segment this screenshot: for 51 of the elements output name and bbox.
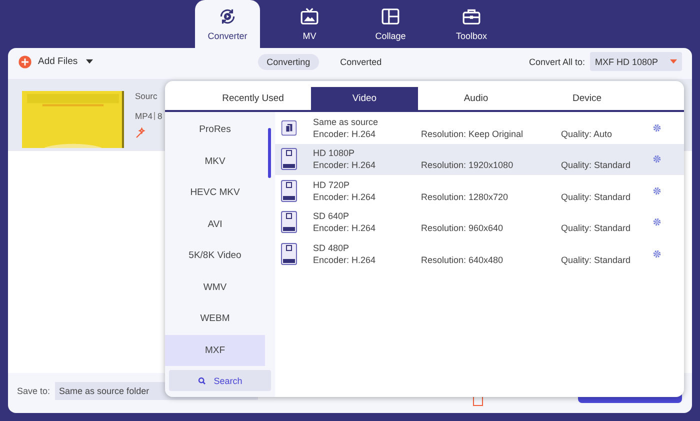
nav-tab[interactable]: MV — [278, 0, 341, 48]
format-item[interactable]: ProRes — [165, 114, 265, 146]
format-item[interactable]: MXF — [165, 334, 265, 366]
quality-text: Quality: Standard — [561, 192, 632, 202]
encoder-text: Encoder: H.264 — [313, 192, 377, 202]
resolution-text: Resolution: 960x640 — [421, 223, 504, 234]
encoder-text: Encoder: H.264 — [313, 128, 377, 139]
resolution-text: Resolution: Keep Original — [421, 128, 524, 139]
view-tab[interactable]: Converting — [258, 54, 320, 70]
source-label: Sourc — [135, 91, 158, 101]
save-to-label: Save to: — [17, 386, 50, 396]
preset-name: HD 720P — [313, 180, 351, 190]
resolution-text: Resolution: 1920x1080 — [421, 160, 514, 170]
preset-row[interactable]: Same as source Encoder: H.264 Resolution: Keep Original Quality: Auto — [275, 112, 684, 144]
format-item[interactable]: WEBM — [165, 303, 265, 334]
format-item[interactable]: WMV — [165, 272, 265, 303]
format-item[interactable]: HEVC MKV — [165, 177, 265, 208]
resolution-text: Resolution: 1280x720 — [421, 192, 510, 202]
format-tab[interactable]: Recently Used — [200, 87, 306, 110]
preset-name: Same as source — [313, 116, 380, 127]
format-item[interactable]: MKV — [165, 146, 265, 177]
file-format: MP4 — [135, 111, 152, 121]
resolution-text: Resolution: 640x480 — [421, 254, 504, 265]
preset-name: HD 1080P — [313, 148, 356, 158]
nav-tab[interactable]: Converter — [195, 0, 260, 48]
format-item[interactable]: AVI — [165, 208, 265, 240]
format-item[interactable]: 5K/8K Video — [165, 240, 265, 272]
preset-row[interactable]: HD 720P Encoder: H.264 Resolution: 1280x720 Quality: Standard — [275, 175, 684, 206]
encoder-text: Encoder: H.264 — [313, 223, 377, 234]
preset-row[interactable]: HD 1080P Encoder: H.264 Resolution: 1920x1080 Quality: Standard — [275, 144, 684, 175]
convert-all-label: Convert All to: — [528, 56, 585, 66]
quality-text: Quality: Auto — [561, 128, 614, 139]
quality-text: Quality: Standard — [561, 254, 632, 265]
file-size: 8 — [157, 111, 162, 121]
view-tab[interactable]: Converted — [331, 54, 391, 70]
nav-tab[interactable]: Collage — [359, 0, 422, 48]
preset-row[interactable]: SD 480P Encoder: H.264 Resolution: 640x480 Quality: Standard — [275, 238, 684, 270]
nav-tab[interactable]: Toolbox — [440, 0, 503, 48]
format-dropdown[interactable]: MXF HD 1080P — [590, 52, 682, 71]
encoder-text: Encoder: H.264 — [313, 254, 377, 265]
quality-text: Quality: Standard — [561, 223, 632, 234]
encoder-text: Encoder: H.264 — [313, 160, 377, 170]
preset-row[interactable]: SD 640P Encoder: H.264 Resolution: 960x640 Quality: Standard — [275, 206, 684, 238]
format-tab[interactable]: Video — [311, 87, 418, 110]
preset-name: SD 480P — [313, 242, 350, 253]
quality-text: Quality: Standard — [561, 160, 632, 170]
preset-name: SD 640P — [313, 211, 350, 222]
search-button[interactable]: Search — [169, 370, 271, 391]
add-files-button[interactable]: Add Files — [18, 54, 93, 68]
format-tab[interactable]: Device — [534, 87, 640, 110]
format-tab[interactable]: Audio — [423, 87, 529, 110]
